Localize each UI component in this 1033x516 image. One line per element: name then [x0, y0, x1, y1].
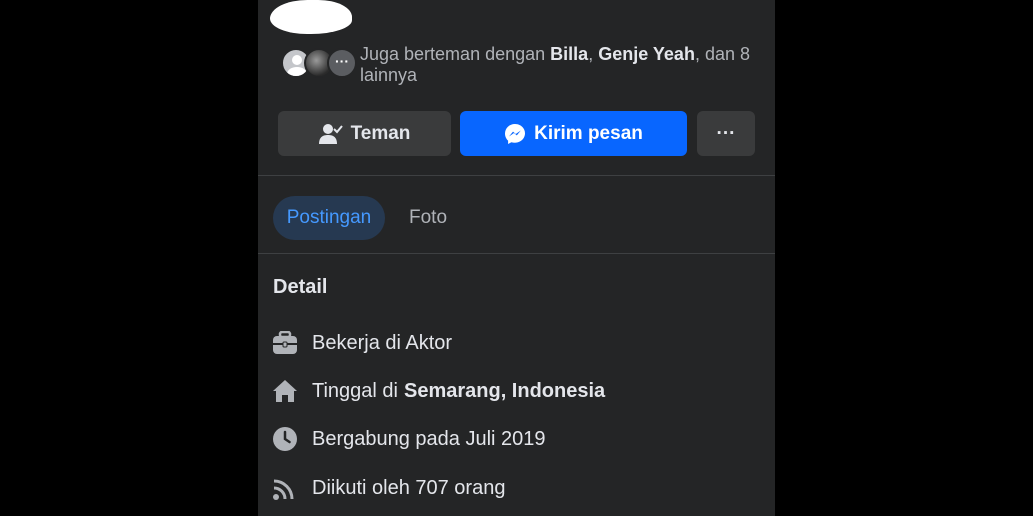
mutual-friends-text: Juga berteman dengan Billa, Genje Yeah, …	[360, 44, 750, 85]
tab-photos-label: Foto	[409, 207, 448, 228]
mutual-friends[interactable]: ··· Juga berteman dengan Billa, Genje Ye…	[281, 44, 761, 88]
mutual-avatars[interactable]: ···	[281, 48, 357, 80]
mutual-friend-link[interactable]: Billa	[550, 44, 588, 64]
more-options-button[interactable]: ···	[697, 111, 755, 156]
detail-work: Bekerja di Aktor	[272, 328, 452, 358]
tab-posts[interactable]: Postingan	[273, 196, 385, 240]
details-heading: Detail	[273, 276, 328, 298]
more-icon: ···	[716, 122, 736, 144]
person-check-icon	[318, 123, 343, 144]
divider	[258, 253, 775, 254]
briefcase-icon	[272, 330, 298, 356]
send-message-button[interactable]: Kirim pesan	[460, 111, 687, 156]
detail-followers-text: Diikuti oleh 707 orang	[312, 476, 506, 499]
messenger-icon	[505, 123, 526, 144]
location-link[interactable]: Semarang, Indonesia	[404, 380, 605, 403]
detail-followers[interactable]: Diikuti oleh 707 orang	[272, 473, 505, 503]
detail-location-prefix: Tinggal di	[312, 379, 398, 402]
tab-photos[interactable]: Foto	[395, 196, 461, 240]
home-icon	[272, 378, 298, 404]
clock-icon	[272, 426, 298, 452]
detail-location: Tinggal di Semarang, Indonesia	[272, 376, 605, 406]
detail-work-text: Bekerja di Aktor	[312, 331, 453, 354]
mutual-prefix: Juga berteman dengan	[360, 44, 546, 64]
detail-joined-text: Bergabung pada Juli 2019	[312, 427, 546, 450]
avatar-more[interactable]: ···	[327, 48, 357, 78]
rss-icon	[272, 475, 298, 501]
redacted-name	[270, 0, 352, 34]
send-message-label: Kirim pesan	[534, 122, 643, 144]
more-avatar-glyph: ···	[335, 53, 349, 69]
friends-button-label: Teman	[350, 122, 411, 144]
profile-panel: ··· Juga berteman dengan Billa, Genje Ye…	[258, 0, 775, 516]
divider	[258, 175, 775, 176]
friends-button[interactable]: Teman	[278, 111, 451, 156]
detail-joined: Bergabung pada Juli 2019	[272, 424, 546, 454]
mutual-friend-link[interactable]: Genje Yeah	[598, 44, 695, 64]
tab-posts-label: Postingan	[286, 207, 372, 228]
